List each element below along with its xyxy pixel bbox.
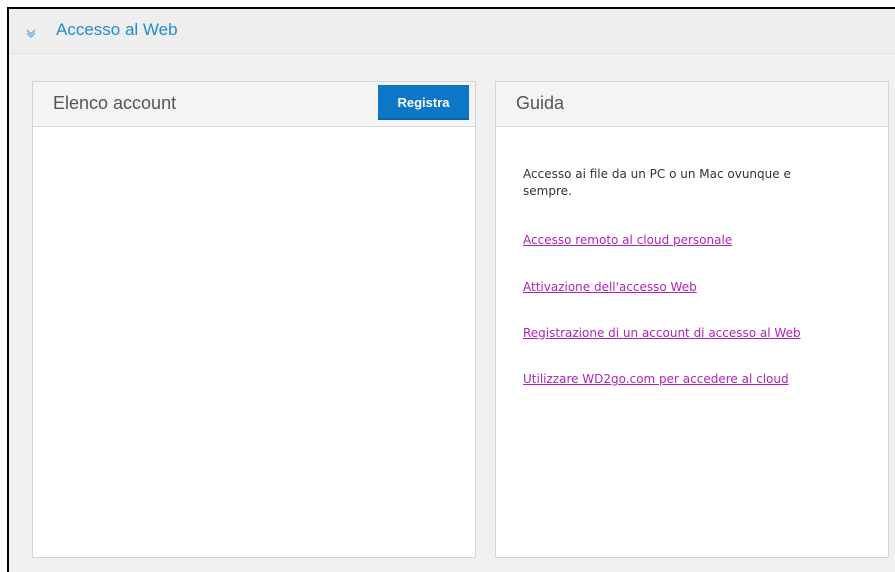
section-title[interactable]: Accesso al Web: [56, 20, 178, 40]
guide-link-remote-access[interactable]: Accesso remoto al cloud personale: [523, 233, 732, 247]
account-list-title: Elenco account: [53, 93, 177, 113]
chevron-down-icon[interactable]: [25, 24, 37, 39]
guide-link-register-account[interactable]: Registrazione di un account di accesso a…: [523, 326, 801, 340]
guide-header: Guida: [496, 82, 888, 127]
register-button[interactable]: Registra: [378, 85, 469, 120]
account-list-header: Elenco account Registra: [33, 82, 475, 127]
guide-title: Guida: [516, 93, 565, 113]
guide-link-wd2go[interactable]: Utilizzare WD2go.com per accedere al clo…: [523, 372, 789, 386]
guide-panel: Guida Accesso ai file da un PC o un Mac …: [495, 81, 889, 558]
section-header[interactable]: Accesso al Web: [9, 9, 895, 54]
guide-body: Accesso ai file da un PC o un Mac ovunqu…: [523, 166, 843, 386]
web-access-page: Accesso al Web Elenco account Registra G…: [7, 7, 895, 572]
guide-link-enable-web-access[interactable]: Attivazione dell'accesso Web: [523, 280, 697, 294]
account-list-panel: Elenco account Registra: [32, 81, 476, 558]
guide-description: Accesso ai file da un PC o un Mac ovunqu…: [523, 167, 791, 198]
